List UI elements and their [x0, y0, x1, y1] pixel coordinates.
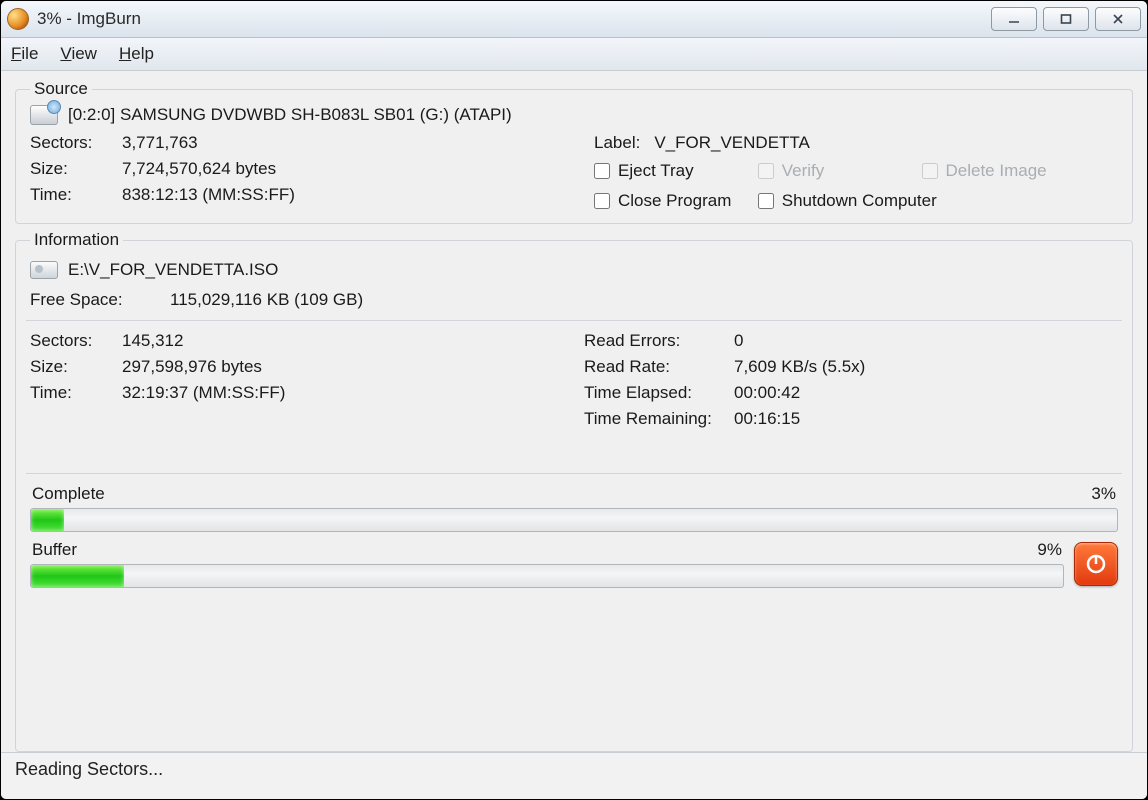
remaining-label: Time Remaining: — [584, 409, 734, 429]
menubar: File View Help — [1, 38, 1147, 71]
titlebar[interactable]: 3% - ImgBurn — [1, 1, 1147, 38]
abort-button[interactable] — [1074, 542, 1118, 586]
info-legend: Information — [30, 230, 123, 250]
complete-label: Complete — [32, 484, 105, 504]
information-group: Information E:\V_FOR_VENDETTA.ISO Free S… — [15, 230, 1133, 752]
buffer-progressbar — [30, 564, 1064, 588]
freespace-label: Free Space: — [30, 290, 170, 310]
sectors-value: 3,771,763 — [122, 133, 554, 153]
time-label: Time: — [30, 185, 122, 205]
close-program-checkbox[interactable]: Close Program — [594, 191, 758, 211]
app-icon — [7, 8, 29, 30]
info-sectors-value: 145,312 — [122, 331, 564, 351]
disc-label-value: V_FOR_VENDETTA — [654, 133, 810, 153]
delete-image-checkbox: Delete Image — [922, 161, 1119, 181]
read-errors-label: Read Errors: — [584, 331, 734, 351]
maximize-button[interactable] — [1043, 7, 1089, 31]
shutdown-checkbox[interactable]: Shutdown Computer — [758, 191, 1118, 211]
read-rate-value: 7,609 KB/s (5.5x) — [734, 357, 1118, 377]
sectors-label: Sectors: — [30, 133, 122, 153]
complete-pct: 3% — [1091, 484, 1116, 504]
freespace-value: 115,029,116 KB (109 GB) — [170, 290, 1118, 310]
info-size-label: Size: — [30, 357, 122, 377]
info-size-value: 297,598,976 bytes — [122, 357, 564, 377]
complete-progressbar — [30, 508, 1118, 532]
power-icon — [1084, 552, 1108, 576]
close-button[interactable] — [1095, 7, 1141, 31]
info-sectors-label: Sectors: — [30, 331, 122, 351]
verify-checkbox: Verify — [758, 161, 922, 181]
statusbar: Reading Sectors... — [1, 752, 1147, 799]
output-path: E:\V_FOR_VENDETTA.ISO — [68, 260, 278, 280]
buffer-pct: 9% — [1037, 540, 1062, 560]
read-rate-label: Read Rate: — [584, 357, 734, 377]
info-time-value: 32:19:37 (MM:SS:FF) — [122, 383, 564, 403]
source-group: Source [0:2:0] SAMSUNG DVDWBD SH-B083L S… — [15, 79, 1133, 224]
disc-label-label: Label: — [594, 133, 640, 153]
eject-tray-checkbox[interactable]: Eject Tray — [594, 161, 758, 181]
status-text: Reading Sectors... — [15, 759, 163, 779]
minimize-button[interactable] — [991, 7, 1037, 31]
menu-help[interactable]: Help — [119, 44, 154, 64]
hdd-icon — [30, 261, 58, 279]
client-area: Source [0:2:0] SAMSUNG DVDWBD SH-B083L S… — [1, 71, 1147, 752]
menu-view[interactable]: View — [60, 44, 97, 64]
menu-file[interactable]: File — [11, 44, 38, 64]
buffer-fill — [31, 565, 124, 587]
app-window: 3% - ImgBurn File View Help Source [0:2:… — [0, 0, 1148, 800]
elapsed-label: Time Elapsed: — [584, 383, 734, 403]
read-errors-value: 0 — [734, 331, 1118, 351]
source-legend: Source — [30, 79, 92, 99]
info-time-label: Time: — [30, 383, 122, 403]
optical-drive-icon — [30, 105, 58, 125]
buffer-label: Buffer — [32, 540, 77, 560]
size-label: Size: — [30, 159, 122, 179]
time-value: 838:12:13 (MM:SS:FF) — [122, 185, 554, 205]
source-device: [0:2:0] SAMSUNG DVDWBD SH-B083L SB01 (G:… — [68, 105, 512, 125]
remaining-value: 00:16:15 — [734, 409, 1118, 429]
elapsed-value: 00:00:42 — [734, 383, 1118, 403]
size-value: 7,724,570,624 bytes — [122, 159, 554, 179]
window-title: 3% - ImgBurn — [37, 9, 991, 29]
complete-fill — [31, 509, 64, 531]
